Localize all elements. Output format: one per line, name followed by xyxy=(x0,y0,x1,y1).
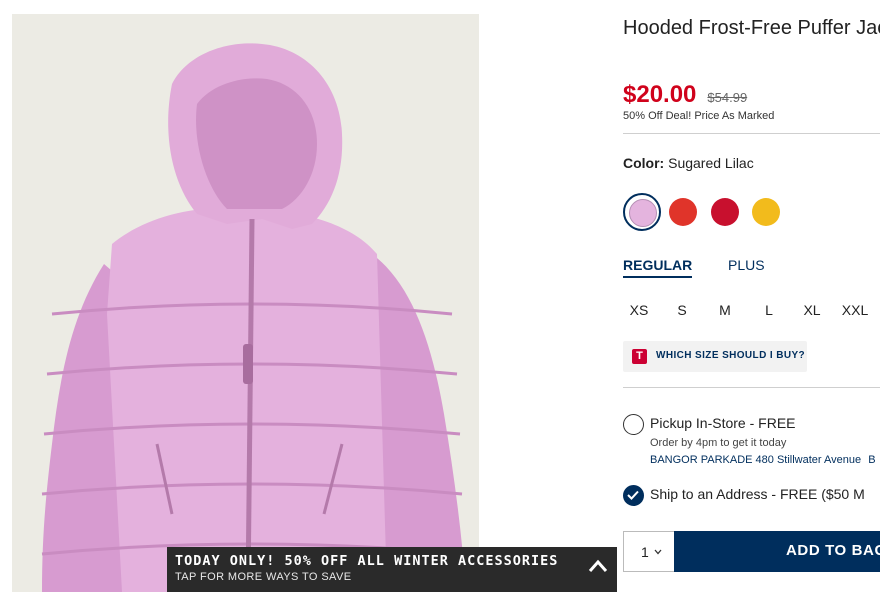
sale-price: $20.00 xyxy=(623,81,697,108)
product-title: Hooded Frost-Free Puffer Jacket for Girl… xyxy=(623,17,880,39)
size-s[interactable]: S xyxy=(665,302,699,318)
color-label: Color: Sugared Lilac xyxy=(623,155,754,171)
quantity-select[interactable]: 1 xyxy=(623,531,675,572)
chevron-down-icon xyxy=(654,549,662,555)
promo-banner[interactable]: TODAY ONLY! 50% OFF ALL WINTER ACCESSORI… xyxy=(167,547,617,592)
promo-title: TODAY ONLY! 50% OFF ALL WINTER ACCESSORI… xyxy=(175,553,559,569)
store-suffix: B xyxy=(868,454,876,466)
pickup-label: Pickup In-Store - FREE xyxy=(650,415,796,431)
divider xyxy=(623,387,880,388)
size-guide-label: WHICH SIZE SHOULD I BUY? xyxy=(656,350,806,361)
store-link[interactable]: BANGOR PARKADE 480 Stillwater Avenue B xyxy=(650,454,876,466)
store-name: BANGOR PARKADE 480 Stillwater Avenue xyxy=(650,454,862,466)
divider xyxy=(623,133,880,134)
color-value: Sugared Lilac xyxy=(668,155,754,171)
color-swatch-sugared-lilac[interactable] xyxy=(623,193,661,231)
product-details: Hooded Frost-Free Puffer Jacket for Girl… xyxy=(623,0,880,592)
checkmark-icon xyxy=(627,490,639,500)
tab-regular[interactable]: REGULAR xyxy=(623,257,693,278)
pickup-radio[interactable] xyxy=(623,414,644,435)
size-guide-icon: T xyxy=(632,349,647,364)
pickup-note: Order by 4pm to get it today xyxy=(650,437,787,449)
tab-plus[interactable]: PLUS xyxy=(728,257,765,276)
price-row: $20.00 $54.99 xyxy=(623,81,747,109)
original-price: $54.99 xyxy=(707,90,748,105)
puffer-jacket-image xyxy=(12,14,479,592)
ship-label: Ship to an Address - FREE ($50 M xyxy=(650,486,865,502)
color-label-text: Color: xyxy=(623,155,665,171)
product-image[interactable] xyxy=(12,14,479,592)
chevron-up-icon[interactable] xyxy=(588,559,608,573)
price-note: 50% Off Deal! Price As Marked xyxy=(623,110,775,122)
size-xs[interactable]: XS xyxy=(623,302,656,318)
add-to-bag-button[interactable]: ADD TO BAG xyxy=(674,531,880,572)
quantity-value: 1 xyxy=(641,544,649,560)
size-xl[interactable]: XL xyxy=(795,302,829,318)
promo-subtitle: TAP FOR MORE WAYS TO SAVE xyxy=(175,571,352,583)
color-swatch-crimson[interactable] xyxy=(706,193,744,231)
size-m[interactable]: M xyxy=(708,302,742,318)
color-swatch-red[interactable] xyxy=(664,193,702,231)
size-guide-button[interactable]: T WHICH SIZE SHOULD I BUY? xyxy=(623,341,807,372)
size-xxl[interactable]: XXL xyxy=(838,302,872,318)
size-l[interactable]: L xyxy=(752,302,786,318)
color-swatch-yellow[interactable] xyxy=(747,193,785,231)
ship-radio[interactable] xyxy=(623,485,644,506)
